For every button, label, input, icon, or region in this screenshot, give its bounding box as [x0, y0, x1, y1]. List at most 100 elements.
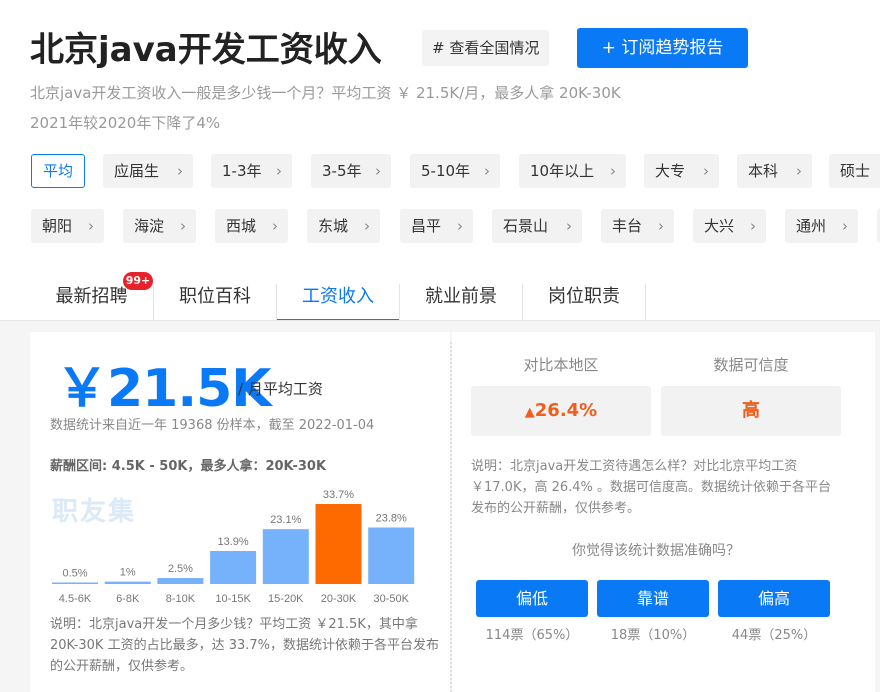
chevron-right-icon: › [610, 162, 616, 180]
filter-chip[interactable]: 大专 › [644, 154, 719, 188]
filter-chip-label: 1-3年 [222, 162, 262, 180]
trend-description: 2021年较2020年下降了4% [30, 114, 221, 132]
filter-chip[interactable]: 石景山 › [492, 209, 582, 243]
chart-note: 说明：北京java开发一个月多少钱？平均工资 ￥21.5K，其中拿 20K-30… [50, 617, 440, 674]
filter-chip[interactable]: 西城 › [215, 209, 288, 243]
filter-chip-label: 5-10年 [421, 162, 471, 180]
vote-high-button[interactable]: 偏高 [718, 580, 830, 617]
filter-chip[interactable]: 应届生 › [103, 154, 193, 188]
vote-high-count: 44票（25%） [731, 628, 817, 643]
filter-chip-average[interactable]: 平均 [31, 154, 85, 188]
filter-chip[interactable]: 5-10年 › [410, 154, 500, 188]
chevron-right-icon: › [375, 162, 381, 180]
filter-chip-label: 平均 [42, 162, 73, 180]
bar-20-30K [315, 504, 362, 584]
bar-value-label: 0.5% [62, 568, 87, 580]
view-national-button[interactable]: # 查看全国情况 [422, 30, 550, 66]
filter-chip-label: 本科 [748, 162, 779, 180]
bar-10-15K [210, 551, 257, 584]
vote-low-count: 114票（65%） [485, 628, 579, 643]
chevron-right-icon: › [703, 162, 709, 180]
bar-value-label: 23.1% [270, 514, 301, 526]
filter-chip[interactable]: 昌平 › [400, 209, 473, 243]
average-salary-unit: / 月平均工资 [238, 380, 323, 398]
bar-category-label: 10-15K [215, 593, 251, 605]
filter-chip[interactable]: 硕士 [829, 154, 880, 188]
tab-prospects[interactable]: 就业前景 [400, 272, 522, 322]
filter-chip[interactable]: 3-5年 › [311, 154, 391, 188]
panel-divider [450, 342, 452, 692]
tab-responsibilities[interactable]: 岗位职责 [523, 272, 645, 322]
salary-description: 北京java开发工资收入一般是多少钱一个月？平均工资 ￥ 21.5K/月，最多人… [30, 84, 621, 102]
vote-low-button[interactable]: 偏低 [476, 580, 588, 617]
chevron-right-icon: › [457, 217, 463, 235]
filter-chip[interactable]: 通州 › [785, 209, 858, 243]
salary-page: 北京java开发工资收入 # 查看全国情况 + 订阅趋势报告 北京java开发工… [0, 0, 880, 692]
bar-value-label: 1% [120, 567, 136, 579]
filter-chip[interactable]: 本科 › [737, 154, 812, 188]
tab-salary[interactable]: 工资收入 [277, 272, 399, 322]
tab-divider [645, 284, 646, 320]
filter-chip-label: 10年以上 [530, 162, 595, 180]
reliability-heading: 数据可信度 [713, 356, 789, 374]
filter-chip[interactable]: 10年以上 › [519, 154, 626, 188]
reliability-value: 高 [742, 400, 760, 421]
filter-chip-label: 朝阳 [42, 217, 73, 235]
bar-15-20K [262, 529, 309, 584]
chevron-right-icon: › [180, 217, 186, 235]
chevron-right-icon: › [842, 217, 848, 235]
up-arrow-icon: ▲ [524, 405, 535, 420]
bar-8-10K [157, 578, 204, 584]
filter-chip-label: 丰台 [612, 217, 643, 235]
reliability-box: 高 [661, 386, 841, 436]
subscribe-report-button[interactable]: + 订阅趋势报告 [577, 28, 748, 68]
compare-region-heading: 对比本地区 [523, 356, 599, 374]
accuracy-question: 你觉得该统计数据准确吗？ [572, 543, 740, 559]
compare-description: 说明：北京java开发工资待遇怎么样？对比北京平均工资 ￥17.0K，高 26.… [471, 459, 832, 516]
filter-chip-label: 西城 [226, 217, 257, 235]
bar-category-label: 4.5-6K [59, 593, 92, 605]
vote-reliable-count: 18票（10%） [610, 628, 696, 643]
chevron-right-icon: › [796, 162, 802, 180]
bar-4.5-6K [52, 582, 98, 584]
bar-category-label: 30-50K [373, 593, 409, 605]
vote-reliable-button[interactable]: 靠谱 [597, 580, 709, 617]
tab-job-wiki[interactable]: 职位百科 [154, 272, 276, 322]
filter-chip-label: 大兴 [704, 217, 735, 235]
bar-category-label: 20-30K [321, 593, 357, 605]
chevron-right-icon: › [484, 162, 490, 180]
filter-chip-label: 海淀 [134, 217, 165, 235]
filter-chip-label: 3-5年 [322, 162, 362, 180]
filter-chip-label: 东城 [318, 217, 349, 235]
filter-chip[interactable]: 1-3年 › [211, 154, 292, 188]
bar-category-label: 8-10K [166, 593, 196, 605]
bar-value-label: 2.5% [168, 563, 193, 575]
chevron-right-icon: › [750, 217, 756, 235]
bar-value-label: 33.7% [323, 489, 354, 501]
chevron-right-icon: › [88, 217, 94, 235]
page-title: 北京java开发工资收入 [30, 30, 382, 70]
filter-chip-label: 硕士 [840, 162, 871, 180]
filter-chip[interactable]: 海淀 › [123, 209, 196, 243]
bar-30-50K [368, 527, 415, 584]
chevron-right-icon: › [364, 217, 370, 235]
bar-value-label: 23.8% [376, 513, 407, 525]
chevron-right-icon: › [566, 217, 572, 235]
bar-category-label: 15-20K [268, 593, 304, 605]
chevron-right-icon: › [177, 162, 183, 180]
filter-chip[interactable]: 朝阳 › [31, 209, 104, 243]
filter-chip-label: 通州 [796, 217, 827, 235]
new-jobs-badge: 99+ [123, 272, 153, 290]
compare-region-box: ▲26.4% [471, 386, 651, 436]
compare-region-value: 26.4% [534, 400, 598, 421]
filter-chip-label: 大专 [655, 162, 686, 180]
sample-note: 数据统计来自近一年 19368 份样本，截至 2022-01-04 [50, 418, 375, 433]
filter-chip[interactable]: 丰台 › [601, 209, 674, 243]
bar-value-label: 13.9% [217, 536, 248, 548]
salary-distribution-chart: 0.5% 4.5-6K 1% 6-8K 2.5% 8-10K 13.9% 10-15K 23.1… [52, 489, 415, 605]
filter-chip-label: 应届生 [114, 162, 160, 180]
filter-chip[interactable]: 大兴 › [693, 209, 766, 243]
bar-category-label: 6-8K [116, 593, 140, 605]
chevron-right-icon: › [276, 162, 282, 180]
filter-chip[interactable]: 东城 › [307, 209, 380, 243]
